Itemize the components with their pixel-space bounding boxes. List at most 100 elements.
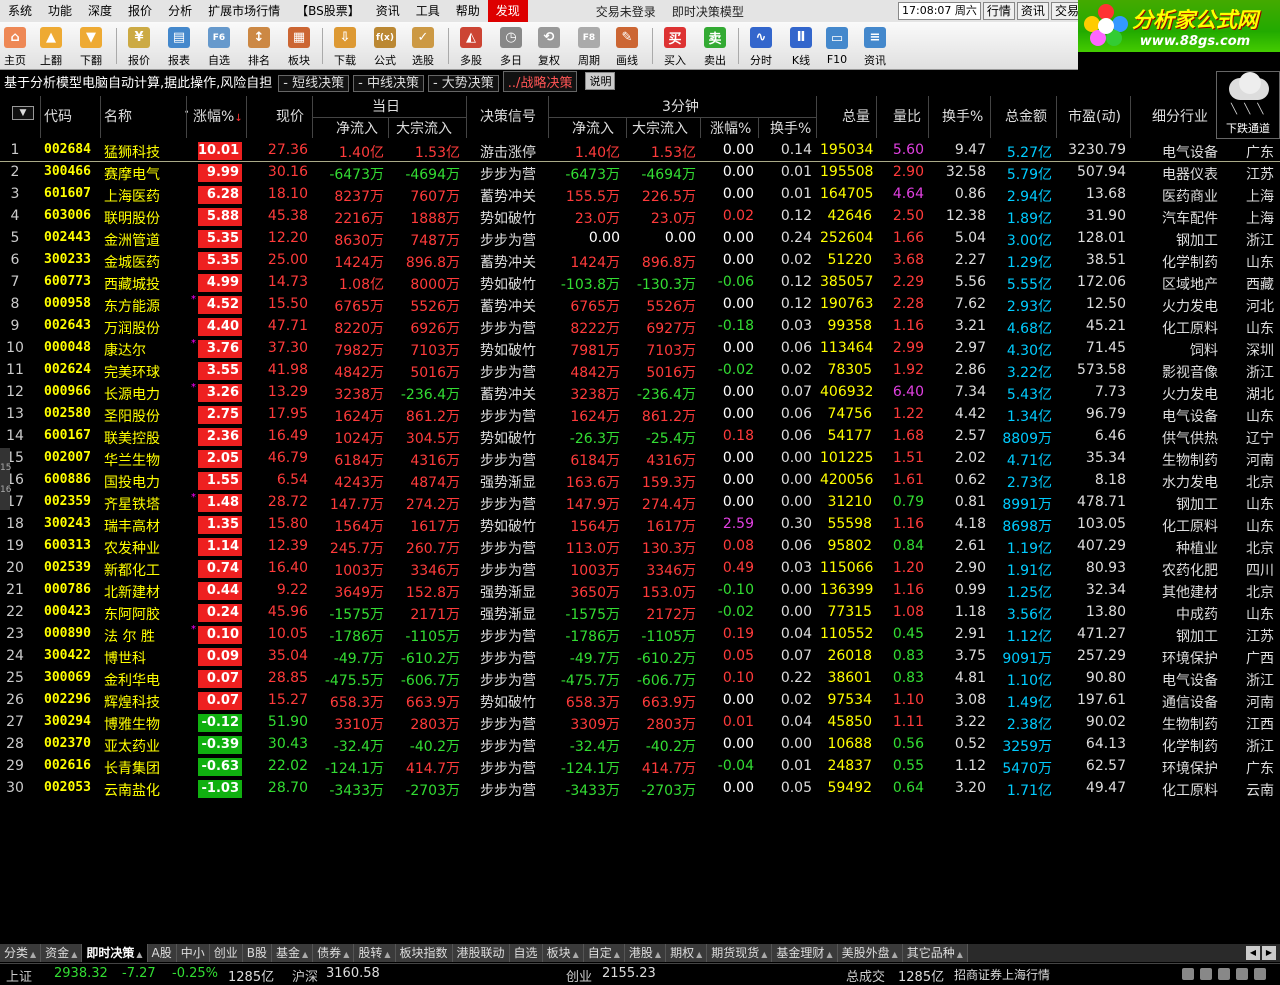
header-volume[interactable]: 总量 [842, 106, 870, 126]
header-signal[interactable]: 决策信号 [480, 106, 536, 126]
bottom-tab-19[interactable]: 美股外盘 ▲ [837, 944, 903, 962]
header-price[interactable]: 现价 [276, 106, 304, 126]
toolbar-multi-stock-button[interactable]: ◭ 多股 [460, 24, 482, 68]
toolbar-formula-button[interactable]: f(x) 公式 [374, 24, 396, 68]
table-row[interactable]: 2 300466 赛摩电气 9.99 30.16 -6473万 -4694万 步步为营 -647… [0, 162, 1280, 184]
header-code[interactable]: 代码 [44, 106, 72, 126]
top-right-button-1[interactable]: 资讯 [1016, 2, 1049, 20]
tab-decision-0[interactable]: - 短线决策 [278, 74, 350, 92]
toolbar-clock-button[interactable]: ◷ 多日 [500, 24, 522, 68]
side-tab-16[interactable]: 16 [0, 470, 11, 510]
toolbar-draw-line-button[interactable]: ✎ 画线 [616, 24, 638, 68]
bottom-tab-4[interactable]: 中小 [176, 944, 210, 962]
header-industry[interactable]: 细分行业 [1152, 106, 1208, 126]
table-row[interactable]: 11 002624 完美环球 3.55 41.98 4842万 5016万 步步为营 4842万… [0, 360, 1280, 382]
tab-strategic-decision[interactable]: ../战略决策 [502, 70, 578, 92]
bottom-tab-6[interactable]: B股 [242, 944, 272, 962]
toolbar-report-button[interactable]: ▤ 报表 [168, 24, 190, 68]
toolbar-select-stock-button[interactable]: ✓ 选股 [412, 24, 434, 68]
toolbar-blocks-button[interactable]: ▦ 板块 [288, 24, 310, 68]
bottom-tab-18[interactable]: 基金理财 ▲ [772, 944, 838, 962]
table-row[interactable]: 3 601607 上海医药 6.28 18.10 8237万 7607万 蓄势冲关 155.5万… [0, 184, 1280, 206]
table-row[interactable]: 4 603006 联明股份 5.88 45.38 2216万 1888万 势如破竹 23.0万 2… [0, 206, 1280, 228]
bottom-tab-13[interactable]: 板块 ▲ [542, 944, 584, 962]
bottom-tab-0[interactable]: 分类 ▲ [0, 944, 42, 962]
toolbar-yen-button[interactable]: ¥ 报价 [128, 24, 150, 68]
bottom-tab-15[interactable]: 港股 ▲ [624, 944, 667, 962]
bottom-tab-11[interactable]: 港股联动 [452, 944, 510, 962]
table-row[interactable]: 20 002539 新都化工 0.74 16.40 1003万 3346万 步步为营 1003万… [0, 558, 1280, 580]
toolbar-rank-button[interactable]: ↕ 排名 [248, 24, 270, 68]
menu-item-8[interactable]: 工具 [408, 0, 448, 22]
header-change-pct[interactable]: 涨幅%↓ [193, 106, 243, 126]
bottom-tab-17[interactable]: 期货现货 ▲ [707, 944, 773, 962]
table-row[interactable]: 13 002580 圣阳股份 2.75 17.95 1624万 861.2万 步步为营 1624… [0, 404, 1280, 426]
bottom-tab-2[interactable]: 即时决策 ▲ [82, 944, 148, 962]
menu-item-9[interactable]: 帮助 [448, 0, 488, 22]
menu-item-5[interactable]: 扩展市场行情 [200, 0, 288, 22]
table-row[interactable]: 1 002684 猛狮科技 10.01 27.36 1.40亿 1.53亿 游击涨停 1.40亿… [0, 140, 1280, 162]
header-volume-ratio[interactable]: 量比 [893, 106, 921, 126]
table-row[interactable]: 12 000966 长源电力 * 3.26 13.29 3238万 -236.4万 蓄势冲关 32… [0, 382, 1280, 404]
toolbar-sell-button[interactable]: 卖卖出 [704, 24, 726, 68]
table-row[interactable]: 7 600773 西藏城投 4.99 14.73 1.08亿 8000万 势如破竹 -103.8… [0, 272, 1280, 294]
menu-item-1[interactable]: 功能 [40, 0, 80, 22]
header-amount[interactable]: 总金额 [1005, 106, 1047, 126]
header-turnover[interactable]: 换手% [942, 106, 983, 126]
tab-scroll-right-icon[interactable]: ▶ [1262, 946, 1276, 960]
table-row[interactable]: 24 300422 博世科 0.09 35.04 -49.7万 -610.2万 步步为营 -49… [0, 646, 1280, 668]
toolbar-f6-button[interactable]: F6 自选 [208, 24, 230, 68]
table-row[interactable]: 26 002296 辉煌科技 0.07 15.27 658.3万 663.9万 势如破竹 658… [0, 690, 1280, 712]
bottom-tab-10[interactable]: 板块指数 [395, 944, 453, 962]
toolbar-buy-button[interactable]: 买买入 [664, 24, 686, 68]
bottom-tab-7[interactable]: 基金 ▲ [272, 944, 314, 962]
table-row[interactable]: 21 000786 北新建材 0.44 9.22 3649万 152.8万 强势渐显 3650万… [0, 580, 1280, 602]
bottom-tab-9[interactable]: 股转 ▲ [354, 944, 396, 962]
tab-decision-2[interactable]: - 大势决策 [427, 74, 499, 92]
header-name[interactable]: 名称 [104, 106, 132, 126]
table-row[interactable]: 30 002053 云南盐化 -1.03 28.70 -3433万 -2703万 步步为营 -3… [0, 778, 1280, 800]
menu-item-3[interactable]: 报价 [120, 0, 160, 22]
toolbar-f8-button[interactable]: F8 周期 [578, 24, 600, 68]
table-row[interactable]: 29 002616 长青集团 -0.63 22.02 -124.1万 414.7万 步步为营 -… [0, 756, 1280, 778]
top-right-button-0[interactable]: 行情 [982, 2, 1015, 20]
toolbar-down-arrow-button[interactable]: ▼ 下翻 [80, 24, 102, 68]
table-row[interactable]: 28 002370 亚太药业 -0.39 30.43 -32.4万 -40.2万 步步为营 -3… [0, 734, 1280, 756]
menu-item-6[interactable]: 【BS股票】 [288, 0, 368, 22]
connection-icon[interactable] [1182, 968, 1194, 980]
table-row[interactable]: 8 000958 东方能源 * 4.52 15.50 6765万 5526万 蓄势冲关 6765万… [0, 294, 1280, 316]
market-trend-widget[interactable]: ╲ ╲ ╲ 下跌通道 [1216, 71, 1280, 139]
table-row[interactable]: 15 002007 华兰生物 2.05 46.79 6184万 4316万 步步为营 6184万… [0, 448, 1280, 470]
info-icon[interactable] [1254, 968, 1266, 980]
toolbar-kline-button[interactable]: Ⅱ K线 [790, 24, 812, 68]
table-row[interactable]: 14 600167 联美控股 2.36 16.49 1024万 304.5万 势如破竹 -26.… [0, 426, 1280, 448]
tab-decision-1[interactable]: - 中线决策 [353, 74, 424, 92]
bottom-tab-12[interactable]: 自选 [509, 944, 543, 962]
table-row[interactable]: 25 300069 金利华电 0.07 28.85 -475.5万 -606.7万 步步为营 -… [0, 668, 1280, 690]
bottom-tab-14[interactable]: 自定 ▲ [583, 944, 625, 962]
menu-item-10[interactable]: 发现 [487, 0, 528, 22]
table-row[interactable]: 6 300233 金城医药 5.35 25.00 1424万 896.8万 蓄势冲关 1424万… [0, 250, 1280, 272]
toolbar-home-button[interactable]: ⌂ 主页 [4, 24, 26, 68]
table-row[interactable]: 27 300294 博雅生物 -0.12 51.90 3310万 2803万 步步为营 3309… [0, 712, 1280, 734]
toolbar-f10-button[interactable]: ▭ F10 [826, 24, 848, 68]
bottom-tab-5[interactable]: 创业 [209, 944, 243, 962]
menu-item-2[interactable]: 深度 [80, 0, 120, 22]
table-row[interactable]: 17 002359 齐星铁塔 * 1.48 28.72 147.7万 274.2万 步步为营 14… [0, 492, 1280, 514]
header-pe[interactable]: 市盈(动) [1068, 106, 1121, 126]
menu-item-4[interactable]: 分析 [160, 0, 200, 22]
sound-icon[interactable] [1200, 968, 1212, 980]
alert-icon[interactable] [1218, 968, 1230, 980]
table-row[interactable]: 9 002643 万润股份 4.40 47.71 8220万 6926万 步步为营 8222万 6… [0, 316, 1280, 338]
settings-icon[interactable] [1236, 968, 1248, 980]
table-row[interactable]: 23 000890 法 尔 胜 * 0.10 10.05 -1786万 -1105万 步步为营 -… [0, 624, 1280, 646]
table-row[interactable]: 10 000048 康达尔 * 3.76 37.30 7982万 7103万 势如破竹 7981万… [0, 338, 1280, 360]
table-row[interactable]: 19 600313 农发种业 1.14 12.39 245.7万 260.7万 步步为营 113… [0, 536, 1280, 558]
bottom-tab-20[interactable]: 其它品种 ▲ [902, 944, 968, 962]
toolbar-up-arrow-button[interactable]: ▲ 上翻 [40, 24, 62, 68]
toolbar-intraday-button[interactable]: ∿ 分时 [750, 24, 772, 68]
bottom-tab-8[interactable]: 债券 ▲ [313, 944, 355, 962]
table-row[interactable]: 5 002443 金洲管道 5.35 12.20 8630万 7487万 步步为营 0.00 0.… [0, 228, 1280, 250]
table-row[interactable]: 16 600886 国投电力 1.55 6.54 4243万 4874万 强势渐显 163.6万… [0, 470, 1280, 492]
menu-item-0[interactable]: 系统 [0, 0, 40, 22]
